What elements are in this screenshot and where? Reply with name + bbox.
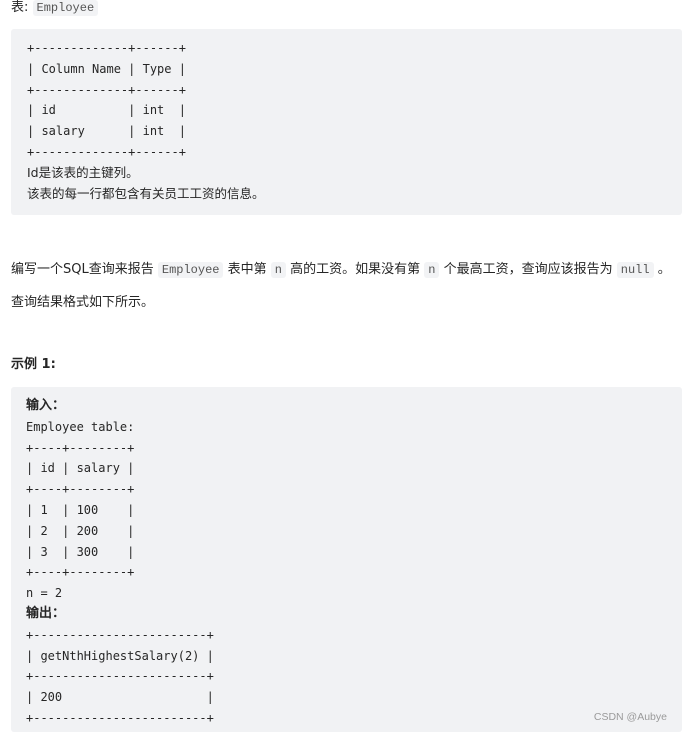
inline-code-null: null <box>616 262 654 278</box>
schema-note-primary-key: Id是该表的主键列。 <box>27 164 139 180</box>
example-title: 示例 1: <box>11 357 56 372</box>
example-code-block: 输入： Employee table: +----+--------+ | id… <box>11 387 682 732</box>
desc-text: 高的工资。如果没有第 <box>290 262 421 277</box>
output-label: 输出： <box>26 605 66 621</box>
watermark: CSDN @Aubye <box>593 711 667 723</box>
inline-code-n: n <box>424 262 440 278</box>
schema-note-row-info: 该表的每一行都包含有关员工工资的信息。 <box>27 185 265 201</box>
table-name-code: Employee <box>32 0 99 16</box>
desc-text: 个最高工资，查询应该报告为 <box>443 262 613 277</box>
input-table-text: Employee table: +----+--------+ | id | s… <box>26 419 135 601</box>
schema-code-block: +-------------+------+ | Column Name | T… <box>11 29 682 215</box>
table-label: 表: Employee <box>11 0 99 16</box>
desc-text: 。 <box>657 262 671 277</box>
output-table-text: +------------------------+ | getNthHighe… <box>26 627 214 725</box>
desc-text: 编写一个SQL查询来报告 <box>11 262 154 277</box>
input-label: 输入： <box>26 398 66 413</box>
problem-description: 编写一个SQL查询来报告 Employee 表中第 n 高的工资。如果没有第 n… <box>11 259 671 281</box>
inline-code-n: n <box>270 262 286 278</box>
desc-text: 表中第 <box>227 262 267 277</box>
format-note: 查询结果格式如下所示。 <box>11 295 155 310</box>
schema-table-text: +-------------+------+ | Column Name | T… <box>27 41 186 159</box>
inline-code-employee: Employee <box>157 262 224 278</box>
table-label-prefix: 表: <box>11 0 29 15</box>
